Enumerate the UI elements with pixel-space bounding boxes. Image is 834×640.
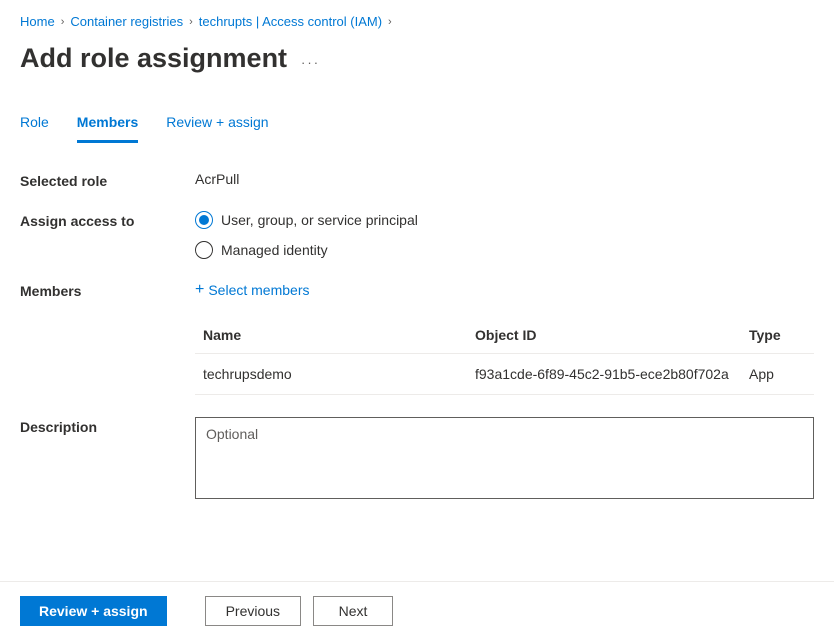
breadcrumb-container-registries[interactable]: Container registries <box>70 14 183 29</box>
breadcrumb-home[interactable]: Home <box>20 14 55 29</box>
select-members-link[interactable]: + Select members <box>195 281 310 299</box>
breadcrumb: Home › Container registries › techrupts … <box>0 0 834 37</box>
breadcrumb-resource-iam[interactable]: techrupts | Access control (IAM) <box>199 14 382 29</box>
tab-members[interactable]: Members <box>77 114 138 143</box>
members-table: Name Object ID Type techrupsdemo f93a1cd… <box>195 317 814 395</box>
members-table-header-type: Type <box>749 317 814 354</box>
radio-managed-identity[interactable]: Managed identity <box>195 241 814 259</box>
radio-user-group-service-principal[interactable]: User, group, or service principal <box>195 211 814 229</box>
members-table-header-name: Name <box>195 317 475 354</box>
page-title: Add role assignment <box>20 43 287 74</box>
assign-access-to-label: Assign access to <box>20 211 195 229</box>
previous-button[interactable]: Previous <box>205 596 301 626</box>
chevron-right-icon: › <box>61 16 65 28</box>
review-assign-button[interactable]: Review + assign <box>20 596 167 626</box>
table-row[interactable]: techrupsdemo f93a1cde-6f89-45c2-91b5-ece… <box>195 354 814 395</box>
more-icon[interactable]: ··· <box>301 47 320 70</box>
radio-icon <box>195 211 213 229</box>
radio-icon <box>195 241 213 259</box>
member-name: techrupsdemo <box>195 354 475 395</box>
tab-role[interactable]: Role <box>20 114 49 143</box>
chevron-right-icon: › <box>189 16 193 28</box>
members-label: Members <box>20 281 195 299</box>
chevron-right-icon: › <box>388 16 392 28</box>
member-object-id: f93a1cde-6f89-45c2-91b5-ece2b80f702a <box>475 354 749 395</box>
assign-access-radio-group: User, group, or service principal Manage… <box>195 211 814 259</box>
description-textarea[interactable] <box>195 417 814 499</box>
plus-icon: + <box>195 281 204 299</box>
selected-role-value: AcrPull <box>195 171 814 187</box>
tab-review-assign[interactable]: Review + assign <box>166 114 268 143</box>
selected-role-label: Selected role <box>20 171 195 189</box>
radio-label-user: User, group, or service principal <box>221 212 418 228</box>
next-button[interactable]: Next <box>313 596 393 626</box>
member-type: App <box>749 354 814 395</box>
tabs: Role Members Review + assign <box>0 94 834 143</box>
footer-bar: Review + assign Previous Next <box>0 581 834 640</box>
members-table-header-object-id: Object ID <box>475 317 749 354</box>
radio-label-managed-identity: Managed identity <box>221 242 328 258</box>
select-members-text: Select members <box>208 282 309 298</box>
page-header: Add role assignment ··· <box>0 37 834 94</box>
description-label: Description <box>20 417 195 435</box>
